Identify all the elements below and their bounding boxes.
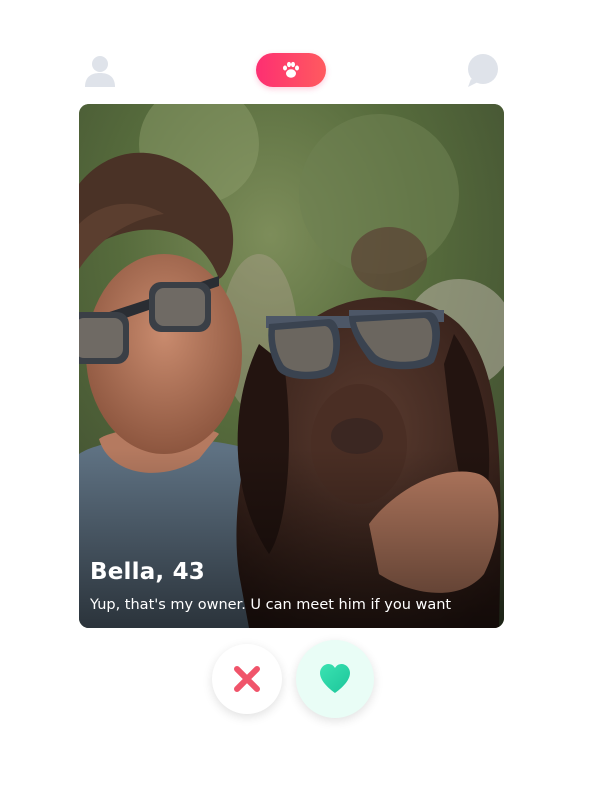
messages-button[interactable] bbox=[462, 50, 502, 90]
profile-button[interactable] bbox=[80, 50, 120, 90]
chat-icon bbox=[468, 54, 498, 87]
profile-bio: Yup, that's my owner. U can meet him if … bbox=[90, 597, 452, 613]
top-navigation-bar bbox=[0, 0, 607, 100]
close-icon bbox=[234, 666, 260, 692]
heart-icon bbox=[320, 664, 350, 693]
like-button[interactable] bbox=[296, 640, 374, 718]
swipe-actions bbox=[0, 632, 607, 732]
discover-tab[interactable] bbox=[256, 53, 326, 87]
profile-name-age: Bella, 43 bbox=[90, 559, 205, 585]
profile-icon bbox=[85, 56, 115, 87]
profile-card[interactable]: Bella, 43 Yup, that's my owner. U can me… bbox=[79, 104, 504, 628]
dislike-button[interactable] bbox=[212, 644, 282, 714]
paw-icon bbox=[283, 61, 299, 78]
